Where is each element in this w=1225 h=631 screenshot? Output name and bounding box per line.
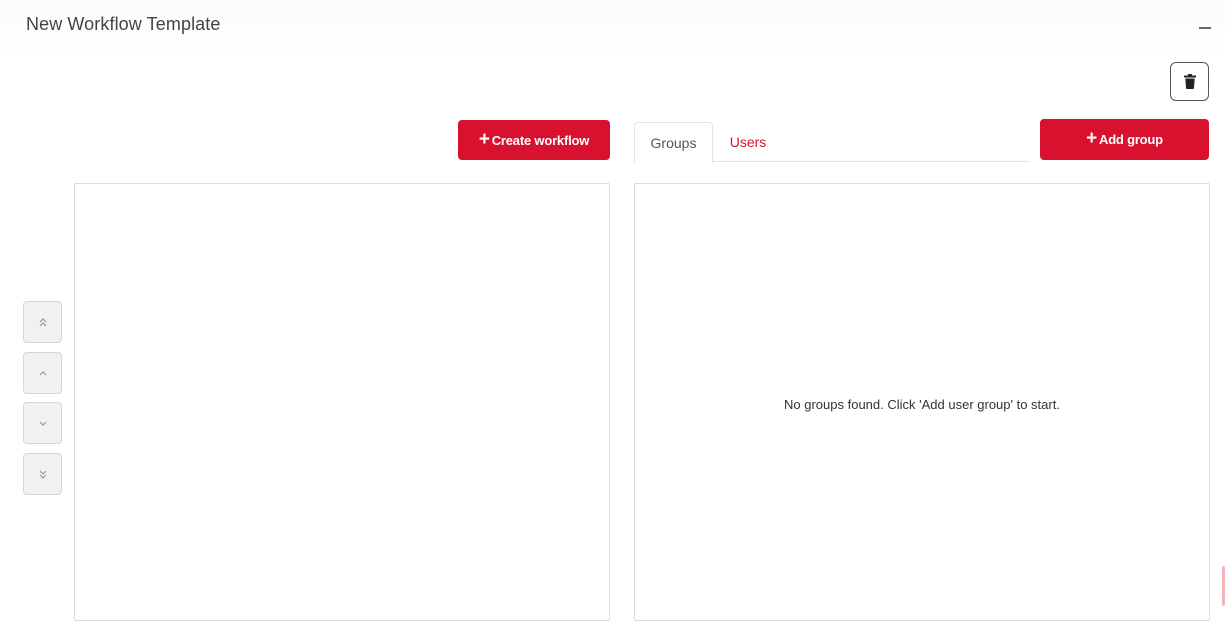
tab-groups[interactable]: Groups [634,122,713,163]
add-group-button[interactable]: + Add group [1040,119,1209,160]
move-top-button[interactable] [23,301,62,343]
create-workflow-label: Create workflow [491,132,590,148]
panel-header: New Workflow Template [0,0,1225,58]
move-down-button[interactable] [23,402,62,444]
workflow-list[interactable] [74,183,610,621]
move-bottom-button[interactable] [23,453,62,495]
chevron-down-icon [39,421,47,426]
empty-groups-message: No groups found. Click 'Add user group' … [784,397,1060,412]
create-workflow-button[interactable]: + Create workflow [458,120,610,160]
trash-icon [1184,74,1196,89]
add-group-label: Add group [1099,132,1163,147]
panel-title: New Workflow Template [26,14,221,34]
move-up-button[interactable] [23,352,62,394]
delete-button[interactable] [1170,62,1209,101]
collapse-panel-button[interactable] [1197,12,1215,34]
plus-icon: + [478,128,490,150]
assignment-tabs: Groups Users [634,122,1029,163]
chevron-up-icon [39,371,47,376]
double-chevron-down-icon [39,470,47,479]
groups-panel: No groups found. Click 'Add user group' … [634,183,1210,621]
double-chevron-up-icon [39,318,47,327]
tab-users[interactable]: Users [718,122,778,162]
plus-icon: + [1086,128,1097,149]
